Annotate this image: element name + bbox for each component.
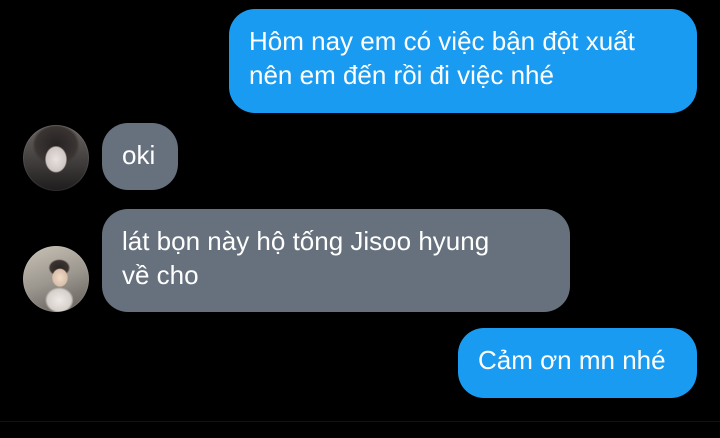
outgoing-message-bubble[interactable]: Hôm nay em có việc bận đột xuất nên em đ… <box>229 9 697 113</box>
profile-photo-icon <box>23 125 89 191</box>
sender-avatar[interactable] <box>23 246 89 312</box>
divider <box>0 421 720 422</box>
sender-avatar[interactable] <box>23 125 89 191</box>
incoming-message-bubble[interactable]: lát bọn này hộ tống Jisoo hyung về cho <box>102 209 570 312</box>
incoming-message-bubble[interactable]: oki <box>102 123 178 190</box>
chat-thread: Hôm nay em có việc bận đột xuất nên em đ… <box>0 0 720 438</box>
outgoing-message-bubble[interactable]: Cảm ơn mn nhé <box>458 328 697 398</box>
profile-photo-icon <box>23 246 89 312</box>
